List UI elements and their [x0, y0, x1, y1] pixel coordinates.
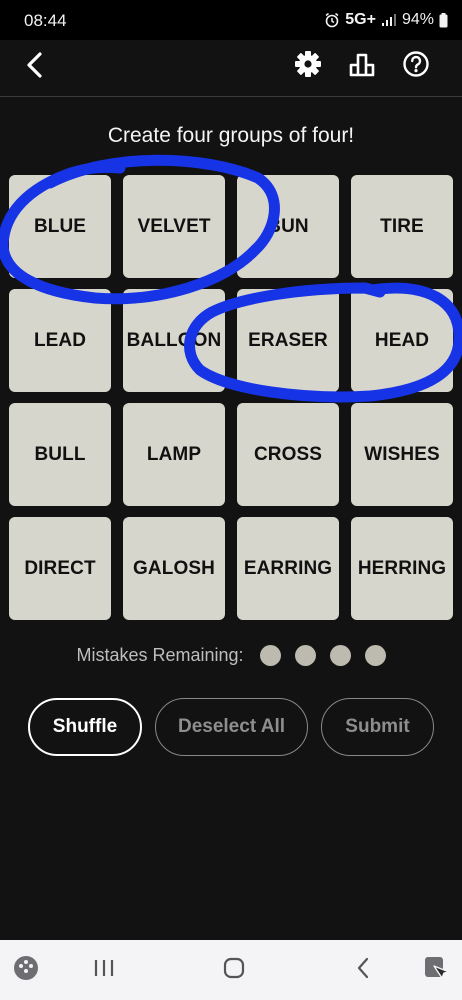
instructions-text: Create four groups of four! [107, 124, 355, 147]
status-time: 08:44 [24, 11, 67, 30]
word-tile-cross[interactable]: CROSS [237, 403, 339, 506]
stats-button[interactable] [344, 48, 380, 84]
word-tile-velvet[interactable]: VELVET [123, 175, 225, 278]
word-tile-balloon[interactable]: BALLOON [123, 289, 225, 392]
alarm-icon [324, 12, 340, 28]
home-icon [222, 956, 246, 985]
mistakes-remaining: Mistakes Remaining: [0, 645, 462, 666]
mistake-dots [258, 645, 386, 666]
settings-button[interactable] [290, 48, 326, 84]
word-tile-tire[interactable]: TIRE [351, 175, 453, 278]
word-tile-galosh[interactable]: GALOSH [123, 517, 225, 620]
nav-back-button[interactable] [346, 952, 382, 988]
word-tile-eraser[interactable]: ERASER [237, 289, 339, 392]
word-tile-head[interactable]: HEAD [351, 289, 453, 392]
mistake-dot [329, 645, 351, 666]
word-tile-direct[interactable]: DIRECT [9, 517, 111, 620]
stats-bar-chart-icon [348, 50, 376, 83]
action-buttons: Shuffle Deselect All Submit [0, 698, 462, 760]
gear-icon [294, 50, 322, 83]
mistakes-label: Mistakes Remaining: [76, 645, 244, 665]
status-bar: 08:44 5G+ 94% [0, 0, 462, 40]
screenshot-edit-button[interactable] [418, 952, 454, 988]
battery-percent: 94% [401, 11, 434, 28]
word-tile-herring[interactable]: HERRING [351, 517, 453, 620]
back-icon [354, 956, 374, 985]
mistake-dot [259, 645, 281, 666]
back-button[interactable] [18, 50, 52, 84]
word-tile-earring[interactable]: EARRING [237, 517, 339, 620]
recent-apps-button[interactable] [86, 952, 122, 988]
shuffle-button[interactable]: Shuffle [28, 698, 142, 756]
deselect-all-button[interactable]: Deselect All [155, 698, 308, 756]
mistake-dot [364, 645, 386, 666]
tile-grid: BLUE VELVET BUN TIRE LEAD BALLOON ERASER… [9, 175, 455, 620]
app-header [0, 40, 462, 97]
word-tile-bun[interactable]: BUN [237, 175, 339, 278]
home-button[interactable] [216, 952, 252, 988]
network-type: 5G+ [345, 11, 376, 28]
android-nav-bar [0, 940, 462, 1000]
recents-icon [92, 957, 116, 984]
word-tile-blue[interactable]: BLUE [9, 175, 111, 278]
status-indicators: 5G+ 94% [324, 11, 448, 29]
help-button[interactable] [398, 48, 434, 84]
word-tile-lamp[interactable]: LAMP [123, 403, 225, 506]
gamepad-icon [12, 954, 40, 987]
signal-icon [381, 13, 397, 27]
word-tile-wishes[interactable]: WISHES [351, 403, 453, 506]
word-tile-bull[interactable]: BULL [9, 403, 111, 506]
submit-button[interactable]: Submit [321, 698, 434, 756]
help-circle-icon [402, 50, 430, 83]
back-arrow-icon [25, 51, 45, 83]
battery-icon [439, 12, 448, 28]
game-launcher-button[interactable] [8, 952, 44, 988]
word-tile-lead[interactable]: LEAD [9, 289, 111, 392]
screenshot-edit-icon [422, 954, 450, 987]
mistake-dot [294, 645, 316, 666]
